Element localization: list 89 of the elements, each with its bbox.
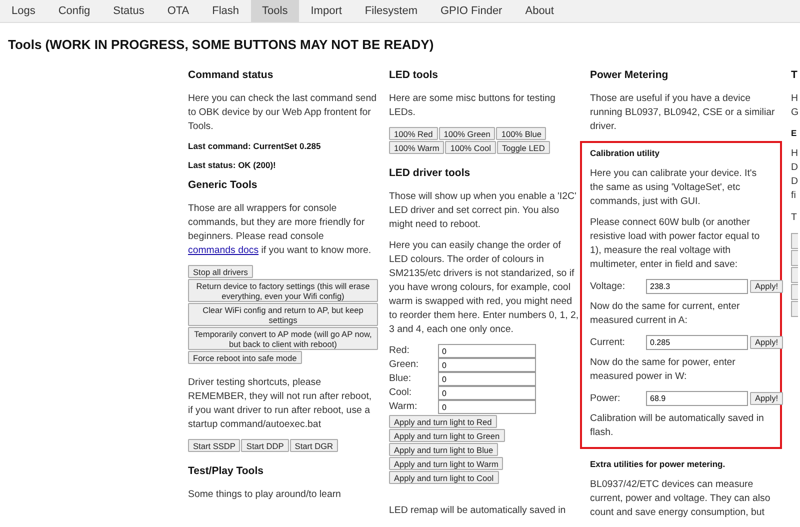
section-heading: LED driver tools — [389, 167, 470, 179]
action-button[interactable]: Return device to factory settings (this will erase everything, even your Wifi config) — [188, 279, 378, 302]
nav-tab[interactable]: GPIO Finder — [428, 0, 514, 22]
section-heading: LED tools — [389, 69, 438, 81]
page-title: Tools (WORK IN PROGRESS, SOME BUTTONS MAY NOT BE READY) — [8, 37, 435, 52]
action-button[interactable] — [791, 301, 798, 317]
action-button[interactable]: Start SSDP — [188, 439, 240, 452]
input-field[interactable]: 238.3 — [646, 279, 748, 294]
input-field[interactable]: 0 — [438, 400, 536, 414]
field-label: Voltage: — [590, 281, 626, 292]
paragraph: Calibration will be automatically saved in flash. — [590, 412, 765, 440]
nav-tab[interactable]: Import — [299, 0, 354, 22]
nav-tab[interactable]: OTA — [156, 0, 201, 22]
action-button[interactable]: Apply and turn light to Red — [389, 415, 497, 428]
paragraph: Here are some misc buttons for testing LEDs. — [389, 92, 556, 120]
paragraph: Now do the same for power, enter measured power in W: — [590, 356, 736, 384]
action-button[interactable]: 100% Cool — [445, 141, 496, 154]
text-fragment: D — [791, 175, 798, 189]
action-button[interactable] — [791, 233, 798, 249]
field-label: Green: — [389, 358, 420, 372]
input-field[interactable]: 0.285 — [646, 335, 748, 350]
paragraph: BL0937/42/ETC devices can measure current, power and voltage. They can also count and save energy consumption, but — [590, 478, 772, 520]
section-heading: Generic Tools — [188, 179, 258, 191]
input-field[interactable]: 0 — [438, 344, 536, 358]
action-button[interactable]: 100% Warm — [389, 141, 444, 154]
action-button[interactable]: 100% Blue — [496, 127, 546, 140]
text-fragment: G — [791, 106, 799, 120]
field-label: Red: — [389, 344, 410, 358]
paragraph: Some things to play around/to learn — [188, 488, 341, 502]
nav-tab[interactable]: Tools — [250, 0, 300, 22]
paragraph: Driver testing shortcuts, please REMEMBER, they will not run after reboot, if you want driver to run after reboot, use a startup command/autoexec.bat — [188, 376, 373, 432]
subheading: E — [791, 128, 797, 138]
paragraph: Those are useful if you have a device running BL0937, BL0942, CSE or a similiar driver. — [590, 92, 776, 134]
action-button[interactable]: Stop all drivers — [188, 265, 253, 278]
paragraph: LED remap will be automatically saved in — [389, 504, 566, 518]
input-field[interactable]: 0 — [438, 386, 536, 400]
apply-button[interactable]: Apply! — [750, 336, 784, 348]
nav-tab[interactable]: About — [514, 0, 566, 22]
paragraph: Please connect 60W bulb (or another resistive load with power factor equal to 1), measure the real voltage with multimeter, enter in field and save: — [590, 216, 761, 272]
subheading: Last command: CurrentSet 0.285 — [188, 141, 321, 151]
action-button[interactable]: 100% Green — [438, 127, 496, 140]
subheading: Calibration utility — [590, 148, 660, 158]
nav-tab[interactable]: Status — [102, 0, 156, 22]
paragraph: Those are all wrappers for console commands, but they are more friendly for beginners. Please read console commands docs if you want to know more. — [188, 202, 372, 258]
action-button[interactable]: Apply and turn light to Blue — [389, 443, 498, 456]
text-fragment: D — [791, 161, 798, 175]
action-button[interactable]: Toggle LED — [496, 141, 550, 154]
nav-tab[interactable]: Config — [46, 0, 102, 22]
text-fragment: fi — [791, 189, 797, 203]
nav-tab[interactable]: Filesystem — [353, 0, 429, 22]
section-heading: Command status — [188, 69, 274, 81]
section-heading: T — [791, 69, 798, 81]
field-label: Warm: — [389, 400, 418, 414]
section-heading: Power Metering — [590, 69, 668, 81]
action-button[interactable] — [791, 250, 798, 266]
section-heading: Test/Play Tools — [188, 465, 264, 477]
paragraph: Here you can check the last command send to OBK device by our Web App frontent for Tools. — [188, 92, 378, 134]
action-button[interactable] — [791, 267, 798, 283]
paragraph: Here you can calibrate your device. It's the same as using 'VoltageSet', etc commands, just with GUI. — [590, 167, 758, 209]
action-button[interactable]: Clear WiFi config and return to AP, but keep settings — [188, 303, 378, 326]
field-label: Cool: — [389, 386, 413, 400]
text-fragment: H — [791, 92, 799, 106]
nav-tab[interactable]: Flash — [200, 0, 251, 22]
text-fragment: T — [791, 211, 797, 225]
action-button[interactable]: Apply and turn light to Warm — [389, 457, 504, 470]
action-button[interactable]: Start DDP — [241, 439, 289, 452]
action-button[interactable]: Force reboot into safe mode — [188, 351, 302, 364]
apply-button[interactable]: Apply! — [750, 280, 784, 292]
subheading: Last status: OK (200)! — [188, 160, 276, 170]
field-label: Power: — [590, 393, 622, 404]
action-button[interactable] — [791, 284, 798, 300]
paragraph: Now do the same for current, enter measured current in A: — [590, 300, 741, 328]
apply-button[interactable]: Apply! — [750, 392, 784, 404]
action-button[interactable]: Apply and turn light to Green — [389, 429, 505, 442]
field-label: Current: — [590, 337, 626, 348]
input-field[interactable]: 68.9 — [646, 391, 748, 406]
action-button[interactable]: Temporarily convert to AP mode (will go AP now, but back to client with reboot) — [188, 327, 378, 350]
subheading: Extra utilities for power metering. — [590, 459, 726, 469]
paragraph: Those will show up when you enable a 'I2C' LED driver and set correct pin. You also might need to reboot. — [389, 190, 578, 232]
input-field[interactable]: 0 — [438, 358, 536, 372]
field-label: Blue: — [389, 372, 412, 386]
docs-link[interactable]: commands docs — [188, 245, 259, 256]
paragraph: Here you can easily change the order of LED colours. The order of colours in SM2135/etc drivers is not standarized, so if you have wrong colours, for example, cool warm is swapped with red, you might need to reorder them here. Enter numbers 0, 1, 2, 3 and 4, each one only once. — [389, 239, 579, 337]
text-fragment: H — [791, 147, 798, 161]
action-button[interactable]: 100% Red — [389, 127, 438, 140]
action-button[interactable]: Apply and turn light to Cool — [389, 471, 499, 484]
nav-tab[interactable]: Logs — [0, 0, 47, 22]
action-button[interactable]: Start DGR — [290, 439, 338, 452]
input-field[interactable]: 0 — [438, 372, 536, 386]
